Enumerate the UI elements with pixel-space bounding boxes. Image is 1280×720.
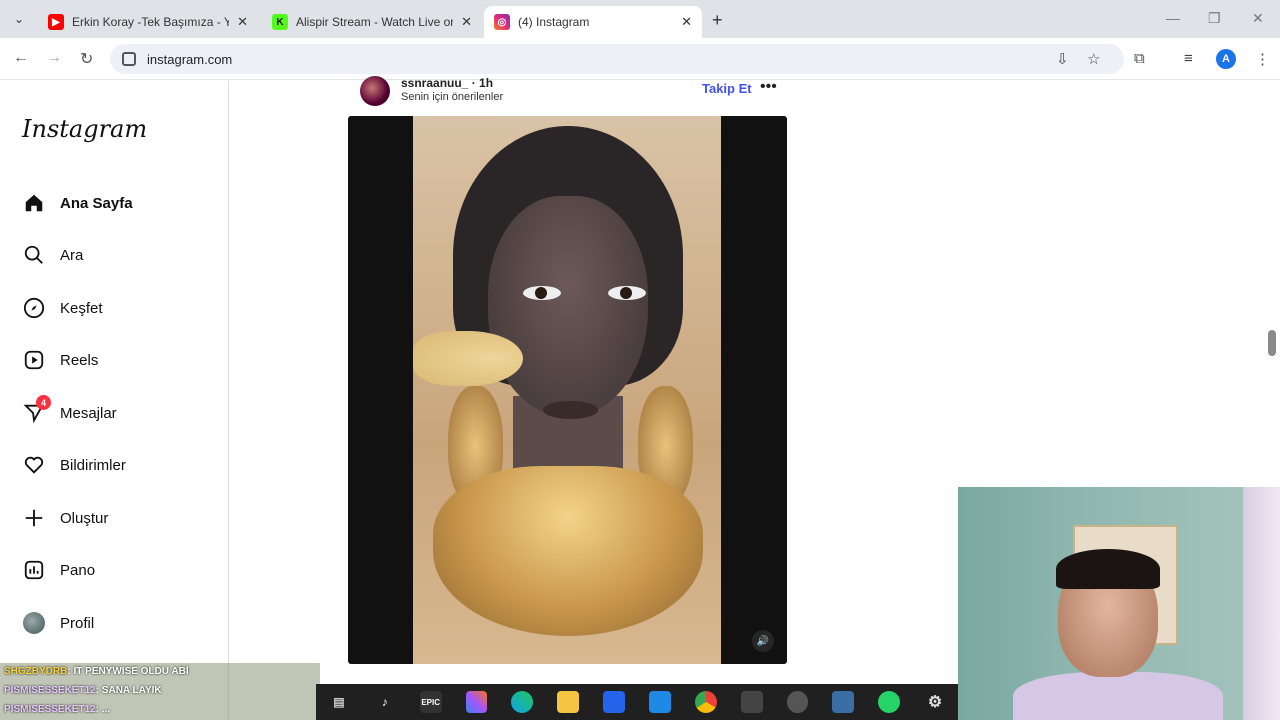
back-icon[interactable]: ← [13, 49, 29, 67]
close-icon[interactable]: ✕ [461, 14, 472, 30]
chat-message: PISMISESSEKET12: SANA LAYIK [4, 685, 162, 696]
sidebar-item-label: Ara [60, 246, 84, 264]
file-explorer-icon[interactable] [557, 691, 580, 713]
webcam-overlay [958, 487, 1280, 720]
chat-message: PISMISESSEKET12: ... [4, 704, 111, 715]
sidebar-item-label: Mesajlar [60, 404, 117, 422]
tab-instagram[interactable]: ◎ (4) Instagram ✕ [484, 6, 702, 38]
reels-icon [22, 348, 46, 372]
install-app-icon[interactable]: ⇩ [1056, 50, 1069, 68]
search-icon [22, 243, 46, 267]
media-control-icon[interactable]: ≡ [1184, 50, 1193, 67]
post-media[interactable]: 🔊 [348, 116, 787, 664]
outlook-icon[interactable] [649, 691, 671, 713]
sidebar-item-notifications[interactable]: Bildirimler [22, 450, 126, 480]
close-window-button[interactable]: ✕ [1252, 10, 1264, 27]
restore-button[interactable]: ❐ [1208, 10, 1221, 27]
chrome-icon[interactable] [694, 691, 717, 713]
menu-kebab-icon[interactable]: ⋮ [1255, 50, 1270, 68]
scrollbar-thumb[interactable] [1268, 330, 1276, 356]
sidebar-item-label: Oluştur [60, 509, 109, 527]
sidebar-item-label: Pano [60, 561, 96, 579]
heart-icon [22, 453, 46, 477]
tab-youtube[interactable]: ▶ Erkin Koray -Tek Başımıza - You ✕ [38, 6, 258, 38]
sidebar-item-reels[interactable]: Reels [22, 345, 98, 375]
sidebar-item-explore[interactable]: Keşfet [22, 293, 103, 323]
sidebar-item-create[interactable]: Oluştur [22, 503, 108, 533]
post-author-avatar[interactable] [360, 76, 390, 106]
sidebar-item-label: Profil [60, 614, 95, 632]
reload-icon[interactable]: ↻ [80, 49, 93, 69]
close-icon[interactable]: ✕ [681, 14, 692, 30]
follow-button[interactable]: Takip Et [702, 81, 752, 96]
task-view-icon[interactable]: ▤ [328, 691, 350, 713]
davinci-icon[interactable] [740, 691, 763, 713]
notification-badge: 4 [36, 395, 51, 410]
kick-icon: K [272, 14, 288, 30]
sound-toggle-icon[interactable]: 🔊 [752, 630, 774, 652]
url-text[interactable]: instagram.com [147, 52, 232, 67]
stream-chat-overlay: SHGZBYDRB: IT PENYWISE OLDU ABİ PISMISES… [0, 663, 320, 720]
close-icon[interactable]: ✕ [237, 14, 248, 30]
new-tab-button[interactable]: + [712, 10, 723, 31]
instagram-sidebar: Instagram Ana Sayfa Ara Keşfet Reels 4 M… [0, 81, 229, 720]
post-photo [413, 116, 721, 664]
post-suggestion-label: Senin için önerilenler [401, 91, 504, 103]
sidebar-item-home[interactable]: Ana Sayfa [22, 188, 133, 218]
epic-games-icon[interactable]: EPIC [419, 691, 442, 713]
profile-avatar-button[interactable]: A [1216, 49, 1236, 69]
minimize-button[interactable]: — [1166, 10, 1180, 26]
edge-icon[interactable] [511, 691, 534, 713]
sidebar-item-profile[interactable]: Profil [22, 608, 94, 638]
forward-icon[interactable]: → [46, 49, 62, 67]
browser-tabbar: ⌄ ▶ Erkin Koray -Tek Başımıza - You ✕ K … [0, 0, 1280, 38]
sidebar-item-messages[interactable]: 4 Mesajlar [22, 395, 117, 428]
tab-title: (4) Instagram [518, 15, 590, 29]
tiktok-icon[interactable]: ♪ [374, 691, 396, 713]
settings-gear-icon[interactable]: ⚙ [924, 691, 946, 713]
post-header: ssnraanuu_ · 1h Senin için önerilenler T… [360, 76, 790, 108]
compass-icon [22, 296, 46, 320]
tab-title: Alispir Stream - Watch Live on K [296, 15, 454, 29]
messenger-icon: 4 [22, 395, 51, 425]
calculator-icon[interactable] [832, 691, 855, 713]
sidebar-item-label: Ana Sayfa [60, 194, 133, 212]
obs-icon[interactable] [786, 691, 809, 713]
bookmark-star-icon[interactable]: ☆ [1087, 50, 1100, 68]
tab-title: Erkin Koray -Tek Başımıza - You [72, 15, 230, 29]
sidebar-item-label: Reels [60, 351, 99, 369]
site-info-icon[interactable] [122, 52, 136, 66]
copilot-icon[interactable] [465, 691, 488, 713]
tab-search-button[interactable]: ⌄ [8, 8, 30, 30]
instagram-logo[interactable]: Instagram [22, 115, 147, 143]
home-icon [22, 191, 46, 215]
sidebar-item-search[interactable]: Ara [22, 240, 83, 270]
extensions-icon[interactable]: ⧉ [1134, 50, 1145, 67]
store-icon[interactable] [603, 691, 626, 713]
taskbar: ▤ ♪ EPIC ⚙ [316, 684, 958, 720]
instagram-icon: ◎ [494, 14, 510, 30]
profile-avatar [22, 611, 46, 635]
sidebar-item-label: Keşfet [60, 299, 103, 317]
youtube-icon: ▶ [48, 14, 64, 30]
plus-icon [22, 506, 46, 530]
sidebar-item-dashboard[interactable]: Pano [22, 555, 95, 585]
whatsapp-icon[interactable] [878, 691, 901, 713]
omnibox[interactable]: instagram.com [110, 44, 1124, 74]
tab-kick[interactable]: K Alispir Stream - Watch Live on K ✕ [262, 6, 482, 38]
sidebar-item-label: Bildirimler [60, 456, 126, 474]
post-username[interactable]: ssnraanuu_ · 1h [401, 76, 493, 90]
more-options-icon[interactable]: ••• [760, 78, 777, 96]
dashboard-icon [22, 558, 46, 582]
chat-message: SHGZBYDRB: IT PENYWISE OLDU ABİ [4, 666, 189, 677]
